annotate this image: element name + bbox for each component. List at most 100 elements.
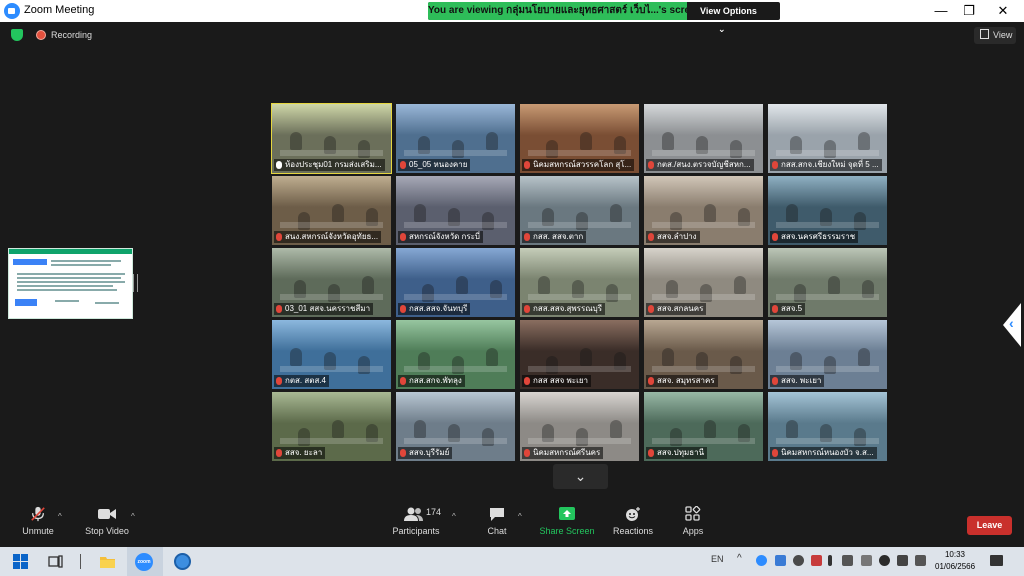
restore-button[interactable]: ❐ bbox=[954, 2, 984, 20]
share-screen-button[interactable]: Share Screen bbox=[539, 506, 595, 546]
participant-name-label: กสส.สกจ.เชียงใหม่ จุดที่ 5 ... bbox=[770, 159, 882, 171]
room-table bbox=[528, 438, 631, 444]
participant-video-tile[interactable]: กสส. สสจ.ตาก bbox=[520, 176, 639, 245]
participant-name-label: สสจ. สมุทรสาคร bbox=[646, 375, 718, 387]
participant-name: สสจ.5 bbox=[781, 304, 803, 313]
participant-figure bbox=[828, 276, 840, 294]
room-table bbox=[404, 222, 507, 228]
participant-video-tile[interactable]: 05_05 หนองคาย bbox=[396, 104, 515, 173]
zoom-tray-icon[interactable] bbox=[756, 555, 767, 566]
shared-screen-thumbnail[interactable] bbox=[8, 248, 133, 319]
browser-app-icon[interactable] bbox=[174, 553, 191, 570]
participant-video-tile[interactable]: กตส. สตส.4 bbox=[272, 320, 391, 389]
video-options-caret[interactable]: ^ bbox=[131, 512, 135, 521]
clock-date: 01/06/2566 bbox=[935, 562, 976, 571]
participant-name-label: นิคมสหกรณ์สวรรคโลก สุโ... bbox=[522, 159, 635, 171]
participant-video-tile[interactable]: สสจ. พะเยา bbox=[768, 320, 887, 389]
recording-label: Recording bbox=[51, 30, 93, 40]
apps-button[interactable]: Apps bbox=[680, 506, 706, 546]
participant-video-tile[interactable]: นิคมสหกรณ์หนองบัว จ.ส... bbox=[768, 392, 887, 461]
task-view-icon[interactable] bbox=[47, 553, 64, 570]
usb-icon[interactable] bbox=[828, 555, 832, 566]
participant-name-label: กตส. สตส.4 bbox=[274, 375, 329, 387]
participant-video-tile[interactable]: กสส.สสจ.จันทบุรี bbox=[396, 248, 515, 317]
thumbnail-resize-handle[interactable] bbox=[133, 274, 138, 292]
participant-video-tile[interactable]: สสจ. ยะลา bbox=[272, 392, 391, 461]
participant-video-tile[interactable]: กตส./สนง.ตรวจบัญชีสหก... bbox=[644, 104, 763, 173]
sync-icon[interactable] bbox=[793, 555, 804, 566]
view-options-button[interactable]: View Options ⌄ bbox=[690, 2, 780, 34]
notifications-icon[interactable] bbox=[990, 555, 1003, 566]
bluetooth-icon[interactable] bbox=[775, 555, 786, 566]
share-screen-icon bbox=[559, 507, 575, 520]
zoom-taskbar-button[interactable]: zoom bbox=[127, 547, 163, 576]
participant-video-tile[interactable]: สสจ. สมุทรสาคร bbox=[644, 320, 763, 389]
participant-name: สหกรณ์จังหวัด กระบี่ bbox=[409, 232, 481, 241]
microphone-muted-icon bbox=[524, 377, 530, 385]
participant-video-tile[interactable]: กสส.สสจ.สุพรรณบุรี bbox=[520, 248, 639, 317]
participant-name-label: กสส สสจ พะเยา bbox=[522, 375, 591, 387]
language-indicator[interactable]: EN bbox=[711, 554, 724, 564]
participant-video-tile[interactable]: นิคมสหกรณ์ศรีนคร bbox=[520, 392, 639, 461]
security-tray-icon[interactable] bbox=[879, 555, 890, 566]
participant-name: กสส.สกจ.พัทลุง bbox=[409, 376, 462, 385]
participant-name: ห้องประชุม01 กรมส่งเสริม... bbox=[285, 160, 382, 169]
participants-icon-wrap: 174 bbox=[390, 506, 442, 522]
reactions-button[interactable]: Reactions bbox=[612, 506, 654, 546]
participant-video-tile[interactable]: ห้องประชุม01 กรมส่งเสริม... bbox=[271, 103, 392, 174]
participant-figure bbox=[486, 348, 498, 366]
audio-options-caret[interactable]: ^ bbox=[58, 512, 62, 521]
participant-figure bbox=[332, 204, 344, 222]
participant-video-tile[interactable]: สสจ.5 bbox=[768, 248, 887, 317]
speaker-icon[interactable] bbox=[915, 555, 926, 566]
thumbnail-line bbox=[17, 273, 125, 275]
taskbar-clock[interactable]: 10:33 01/06/2566 bbox=[935, 549, 975, 573]
participant-video-tile[interactable]: กสส สสจ พะเยา bbox=[520, 320, 639, 389]
participant-video-tile[interactable]: สสจ.ลำปาง bbox=[644, 176, 763, 245]
wifi-icon[interactable] bbox=[897, 555, 908, 566]
windows-taskbar: zoom EN ^ 10:33 01/06/2566 bbox=[0, 547, 1024, 576]
display-icon[interactable] bbox=[861, 555, 872, 566]
participant-figure bbox=[704, 420, 716, 438]
leave-button[interactable]: Leave bbox=[967, 516, 1012, 535]
tray-overflow-icon[interactable]: ^ bbox=[737, 553, 742, 564]
participant-figure bbox=[786, 204, 798, 222]
participant-video-tile[interactable]: สสจ.บุรีรัมย์ bbox=[396, 392, 515, 461]
file-explorer-icon[interactable] bbox=[99, 553, 116, 570]
view-label: View bbox=[993, 30, 1013, 40]
windows-start-icon[interactable] bbox=[12, 553, 29, 570]
apps-label: Apps bbox=[682, 526, 704, 536]
participant-video-tile[interactable]: สสจ.สกลนคร bbox=[644, 248, 763, 317]
participant-name-label: นิคมสหกรณ์หนองบัว จ.ส... bbox=[770, 447, 877, 459]
chat-options-caret[interactable]: ^ bbox=[518, 512, 522, 521]
participant-video-tile[interactable]: สสจ.นครศรีธรรมราช bbox=[768, 176, 887, 245]
antivirus-icon[interactable] bbox=[811, 555, 822, 566]
chat-bubble-icon bbox=[490, 508, 504, 521]
gallery-next-page-button[interactable]: ⌄ bbox=[553, 464, 608, 489]
stop-video-button[interactable]: Stop Video bbox=[84, 506, 130, 546]
participant-video-tile[interactable]: สหกรณ์จังหวัด กระบี่ bbox=[396, 176, 515, 245]
participant-video-tile[interactable]: สสจ.ปทุมธานี bbox=[644, 392, 763, 461]
chat-label: Chat bbox=[487, 526, 507, 536]
room-table bbox=[776, 222, 879, 228]
side-panel-toggle[interactable]: ‹ bbox=[1003, 303, 1021, 347]
participant-video-tile[interactable]: นิคมสหกรณ์สวรรคโลก สุโ... bbox=[520, 104, 639, 173]
apps-grid-icon bbox=[685, 506, 701, 521]
taskbar-divider-icon bbox=[80, 554, 81, 569]
view-button[interactable]: View bbox=[974, 27, 1016, 44]
participant-video-tile[interactable]: กสส.สกจ.เชียงใหม่ จุดที่ 5 ... bbox=[768, 104, 887, 173]
unmute-button[interactable]: Unmute bbox=[18, 506, 58, 546]
participant-video-tile[interactable]: 03_01 สสจ.นครราชสีมา bbox=[272, 248, 391, 317]
chat-button[interactable]: Chat bbox=[484, 506, 510, 546]
microphone-muted-icon bbox=[648, 161, 654, 169]
close-button[interactable]: ✕ bbox=[988, 2, 1018, 20]
participant-name-label: สสจ.บุรีรัมย์ bbox=[398, 447, 453, 459]
security-shield-icon[interactable] bbox=[11, 29, 23, 41]
participant-video-tile[interactable]: สนง.สหกรณ์จังหวัดอุทัยธ... bbox=[272, 176, 391, 245]
minimize-button[interactable]: — bbox=[926, 2, 956, 20]
participant-video-tile[interactable]: กสส.สกจ.พัทลุง bbox=[396, 320, 515, 389]
participants-button[interactable]: 174 Participants bbox=[390, 506, 442, 546]
participant-figure bbox=[610, 420, 622, 438]
network-adapter-icon[interactable] bbox=[842, 555, 853, 566]
participants-options-caret[interactable]: ^ bbox=[452, 512, 456, 521]
